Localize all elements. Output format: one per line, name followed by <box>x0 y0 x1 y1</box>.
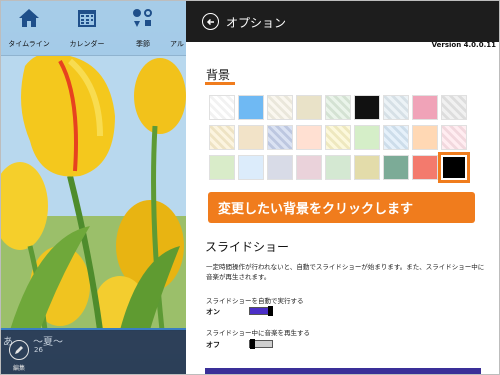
background-swatch[interactable] <box>267 95 293 120</box>
background-swatch[interactable] <box>267 155 293 180</box>
background-swatch[interactable] <box>438 152 470 183</box>
nav-calendar-label: カレンダー <box>69 40 105 48</box>
music-toggle[interactable] <box>249 339 273 349</box>
nav-album-label: アル <box>170 40 184 48</box>
nav-album[interactable]: アル <box>170 5 186 51</box>
background-swatch[interactable] <box>238 155 264 180</box>
options-header: オプション <box>186 0 500 42</box>
background-swatch[interactable] <box>296 125 322 150</box>
background-swatch[interactable] <box>209 125 235 150</box>
background-swatch[interactable] <box>325 125 351 150</box>
background-swatch[interactable] <box>238 95 264 120</box>
autoplay-toggle[interactable] <box>249 306 273 316</box>
nav-seasons-label: 季節 <box>136 40 150 48</box>
background-swatch[interactable] <box>383 95 409 120</box>
music-label: スライドショー中に音楽を再生する <box>206 329 310 337</box>
nav-seasons[interactable]: 季節 <box>116 5 170 51</box>
background-swatch[interactable] <box>325 155 351 180</box>
app-navbar: タイムライン カレンダー 季節 アル <box>0 0 186 56</box>
calendar-icon <box>73 5 101 31</box>
slideshow-heading: スライドショー <box>205 240 290 254</box>
seasons-icon <box>129 5 157 31</box>
panel-bottom-bar <box>205 368 481 375</box>
edit-button[interactable]: 編集 <box>6 340 32 375</box>
background-swatch[interactable] <box>441 125 467 150</box>
home-icon <box>15 5 43 31</box>
instruction-callout: 変更したい背景をクリックします <box>208 192 475 223</box>
background-swatch[interactable] <box>354 125 380 150</box>
nav-timeline-label: タイムライン <box>8 40 50 48</box>
background-swatch[interactable] <box>354 155 380 180</box>
music-toggle-knob <box>250 339 255 349</box>
background-heading-underline <box>205 82 235 85</box>
photo-date: 26 <box>34 346 43 354</box>
back-arrow-icon <box>206 18 214 25</box>
background-swatch[interactable] <box>412 95 438 120</box>
back-button[interactable] <box>202 13 219 30</box>
background-swatch[interactable] <box>238 125 264 150</box>
background-swatch[interactable] <box>296 95 322 120</box>
background-swatch[interactable] <box>209 155 235 180</box>
background-swatch[interactable] <box>296 155 322 180</box>
nav-calendar[interactable]: カレンダー <box>60 5 114 51</box>
background-swatch[interactable] <box>412 155 438 180</box>
background-swatch[interactable] <box>441 95 467 120</box>
slideshow-description: 一定時間操作が行われないと、自動でスライドショーが始まります。また、スライドショ… <box>206 263 485 281</box>
edit-label: 編集 <box>12 365 25 372</box>
background-swatch[interactable] <box>412 125 438 150</box>
version-text: Version 4.0.0.11 <box>431 41 496 49</box>
autoplay-toggle-knob <box>268 306 273 316</box>
music-state: オフ <box>206 341 220 349</box>
options-title: オプション <box>226 16 287 30</box>
autoplay-label: スライドショーを自動で実行する <box>206 297 304 305</box>
tulip-photo <box>0 56 186 330</box>
options-panel: オプション Version 4.0.0.11 背景 変更したい背景をクリックしま… <box>186 0 500 375</box>
callout-text: 変更したい背景をクリックします <box>218 202 414 217</box>
background-swatch[interactable] <box>267 125 293 150</box>
background-swatch[interactable] <box>383 125 409 150</box>
album-icon <box>170 5 186 31</box>
background-swatch[interactable] <box>354 95 380 120</box>
background-swatch[interactable] <box>383 155 409 180</box>
pencil-icon <box>9 340 29 360</box>
background-swatch[interactable] <box>209 95 235 120</box>
app-background: タイムライン カレンダー 季節 アル あ 〜夏〜 26 編集 <box>0 0 186 375</box>
autoplay-state: オン <box>206 308 220 316</box>
background-swatch[interactable] <box>325 95 351 120</box>
background-heading: 背景 <box>206 68 231 82</box>
nav-timeline[interactable]: タイムライン <box>2 5 56 51</box>
